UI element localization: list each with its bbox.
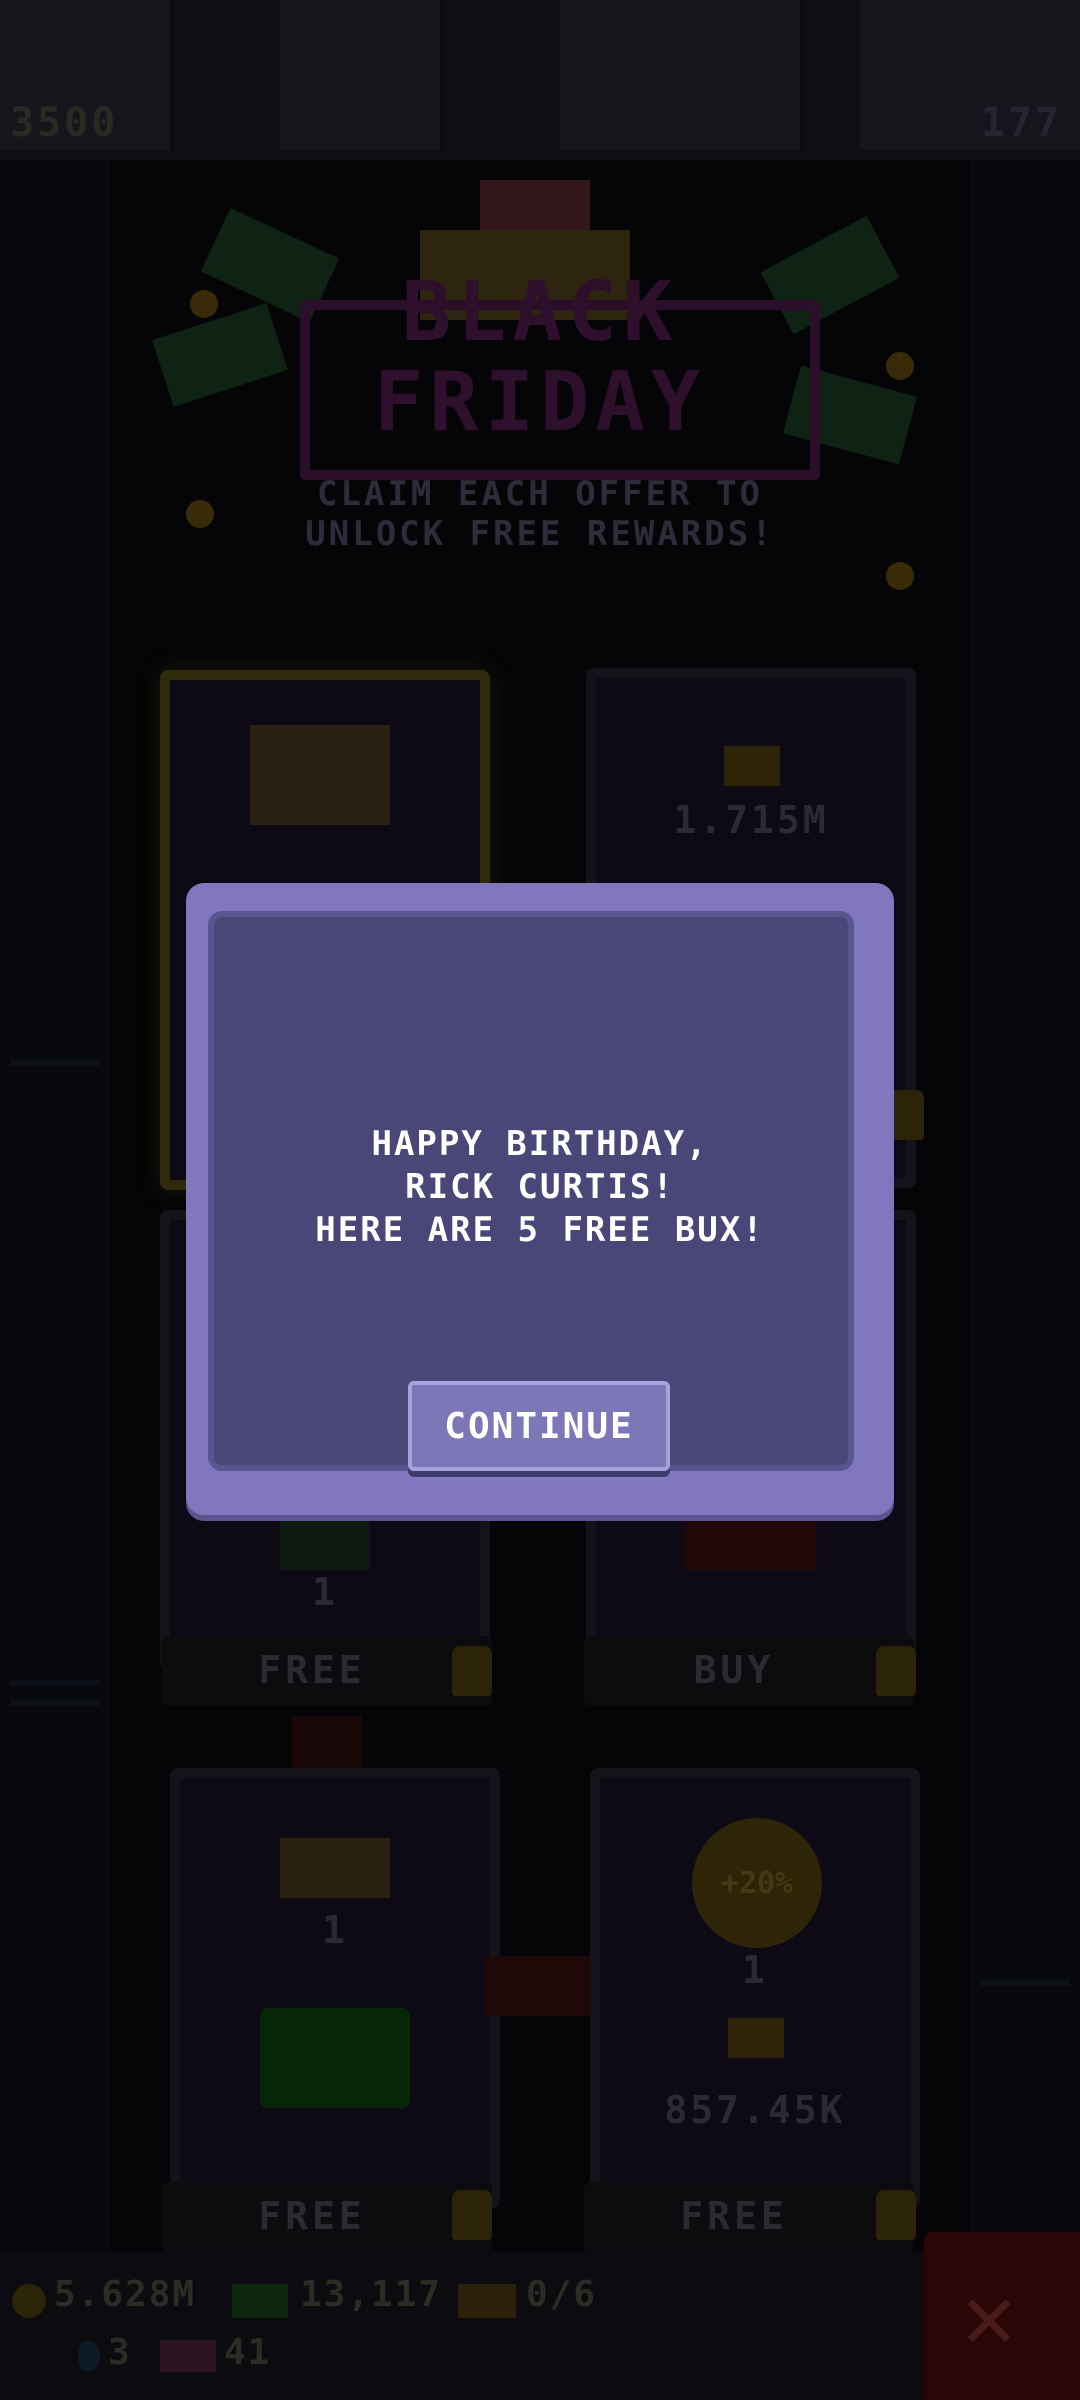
offer-value: 1 <box>312 1570 338 1614</box>
black-friday-banner: BLACK FRIDAY <box>150 170 930 500</box>
banner-title-line2: FRIDAY <box>373 355 707 450</box>
offer-card-5[interactable]: 1 <box>170 1768 500 2208</box>
coin-icon <box>190 290 218 318</box>
close-button[interactable]: ✕ <box>924 2232 1080 2400</box>
offer-4-buy-button[interactable]: BUY <box>584 1636 914 1706</box>
ticket-icon <box>458 2284 516 2318</box>
lock-icon <box>876 1646 916 1696</box>
event-subtitle-line1: CLAIM EACH OFFER TO <box>317 474 763 514</box>
coins-stack-icon <box>728 2018 784 2058</box>
dialog-message-line2: RICK CURTIS! <box>405 1167 675 1207</box>
coins-counter: 5.628M <box>54 2274 197 2315</box>
dialog-message: HAPPY BIRTHDAY, RICK CURTIS! HERE ARE 5 … <box>186 1123 894 1252</box>
offer-3-free-button[interactable]: FREE <box>162 1636 492 1706</box>
game-screen: 3500 177 BLACK FRIDAY CLAIM EACH OFFER T… <box>0 0 1080 2400</box>
right-building-wall <box>970 160 1080 2250</box>
crate-icon <box>250 725 390 825</box>
offer-value: 857.45K <box>664 2088 846 2132</box>
banner-title-line1: BLACK <box>401 265 679 360</box>
continue-button[interactable]: CONTINUE <box>408 1381 670 1471</box>
top-coins-counter: 3500 <box>10 100 119 146</box>
offer-value: 1 <box>322 1908 348 1952</box>
event-subtitle-line2: UNLOCK FREE REWARDS! <box>305 514 775 554</box>
tickets-counter: 41 <box>224 2332 272 2373</box>
offer-6-button-label: FREE <box>680 2194 788 2238</box>
lock-icon <box>452 2190 492 2240</box>
offer-4-button-label: BUY <box>693 1648 775 1692</box>
lock-icon <box>452 1646 492 1696</box>
offer-card-6[interactable]: +20% 1 857.45K <box>590 1768 920 2208</box>
chevron-left-arrow-icon <box>484 1956 594 2016</box>
event-subtitle: CLAIM EACH OFFER TO UNLOCK FREE REWARDS! <box>150 474 930 554</box>
offer-value: 1.715M <box>673 798 829 842</box>
coins-stack-icon <box>724 746 780 786</box>
offer-3-button-label: FREE <box>258 1648 366 1692</box>
lock-icon <box>876 2190 916 2240</box>
bottom-resource-bar: 5.628M 13,117 0/6 3 41 <box>0 2252 1080 2400</box>
left-building-wall <box>0 160 110 2250</box>
offer-6-free-button[interactable]: FREE <box>584 2182 914 2252</box>
cash-bag-icon <box>260 2008 410 2108</box>
bux-counter: 13,117 <box>300 2274 443 2315</box>
offer-value: 1 <box>742 1948 768 1992</box>
top-floor-counter: 177 <box>980 100 1062 146</box>
coin-icon <box>886 562 914 590</box>
offer-5-button-label: FREE <box>258 2194 366 2238</box>
top-bar: 3500 177 <box>0 0 1080 160</box>
offer-5-free-button[interactable]: FREE <box>162 2182 492 2252</box>
close-icon: ✕ <box>962 2264 1017 2369</box>
coin-icon <box>12 2284 46 2318</box>
coin-icon <box>886 352 914 380</box>
progress-counter: 0/6 <box>526 2274 598 2315</box>
bux-icon <box>232 2284 288 2318</box>
chevron-up-arrow-icon <box>292 1716 362 1772</box>
bonus-coin-icon: +20% <box>692 1818 822 1948</box>
vip-ticket-icon <box>160 2340 216 2372</box>
gem-icon <box>78 2340 100 2372</box>
dialog-message-line1: HAPPY BIRTHDAY, <box>371 1124 709 1164</box>
item-icon <box>686 1510 816 1570</box>
birthday-dialog: HAPPY BIRTHDAY, RICK CURTIS! HERE ARE 5 … <box>186 883 894 1515</box>
ticket-icon <box>280 1838 390 1898</box>
dialog-message-line3: HERE ARE 5 FREE BUX! <box>315 1210 765 1250</box>
gems-counter: 3 <box>108 2332 132 2373</box>
